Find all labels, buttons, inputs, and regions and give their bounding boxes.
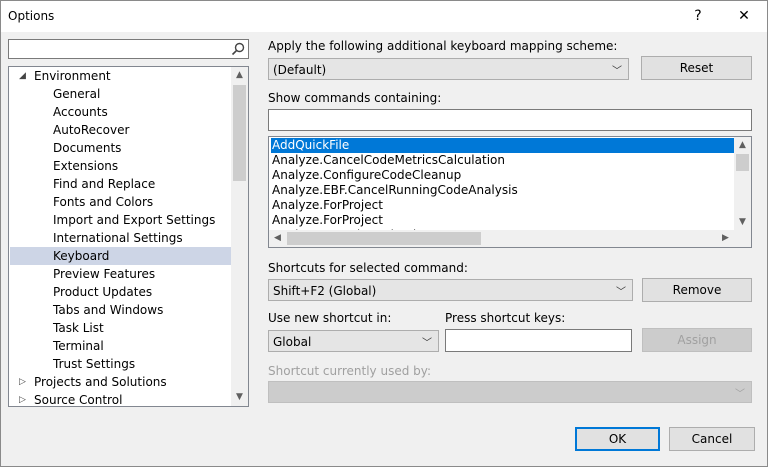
tree-item-label: Documents [53,141,122,155]
tree-item-label: Product Updates [53,285,153,299]
scroll-right-icon[interactable]: ▶ [717,230,734,247]
tree-item[interactable]: Trust Settings [10,355,232,373]
close-button[interactable]: ✕ [732,5,756,27]
reset-button[interactable]: Reset [641,56,752,80]
shortcuts-select[interactable]: Shift+F2 (Global) ﹀ [268,279,633,301]
tree-item-label: Extensions [53,159,119,173]
search-box[interactable] [8,39,249,59]
tree-item[interactable]: Preview Features [10,265,232,283]
tree-item[interactable]: AutoRecover [10,121,232,139]
tree-item-label: Accounts [53,105,108,119]
tree-item-label: Preview Features [53,267,156,281]
tree-item[interactable]: Task List [10,319,232,337]
tree-item[interactable]: International Settings [10,229,232,247]
collapsed-icon[interactable]: ▷ [19,391,31,406]
command-list-item[interactable]: Analyze.ForProject [271,198,734,213]
ok-button[interactable]: OK [575,427,660,451]
cancel-button[interactable]: Cancel [669,427,755,451]
search-icon[interactable] [231,42,245,56]
assign-button[interactable]: Assign [642,328,752,352]
tree-item[interactable]: ▷ Source Control [10,391,232,407]
tree-item[interactable]: Import and Export Settings [10,211,232,229]
tree-item[interactable]: ▷ Projects and Solutions [10,373,232,391]
tree-item-label: AutoRecover [53,123,130,137]
command-list-item[interactable]: Analyze.ForProject [271,213,734,228]
tree-item[interactable]: Tabs and Windows [10,301,232,319]
tree-item[interactable]: ◢ Environment [10,67,232,85]
press-shortcut-keys-label: Press shortcut keys: [445,311,566,325]
search-input[interactable] [11,41,229,57]
show-commands-label: Show commands containing: [268,91,442,105]
options-tree[interactable]: ◢ Environment General Accounts AutoRecover Do… [8,66,249,407]
window-title: Options [8,9,55,23]
tree-item[interactable]: Accounts [10,103,232,121]
title-bar [0,0,768,32]
tree-item-label: Terminal [53,339,104,353]
command-list-item[interactable]: Analyze.ConfigureCodeCleanup [271,168,734,183]
commands-vscroll-thumb[interactable] [736,154,749,171]
mapping-scheme-label: Apply the following additional keyboard … [268,39,618,53]
commands-hscroll-thumb[interactable] [287,232,481,245]
command-list-item[interactable]: Analyze.CancelCodeMetricsCalculation [271,153,734,168]
chevron-down-icon: ﹀ [612,66,622,77]
tree-item[interactable]: Extensions [10,157,232,175]
collapsed-icon[interactable]: ▷ [19,373,31,391]
shortcuts-label: Shortcuts for selected command: [268,261,468,275]
tree-scrollbar[interactable]: ▲ ▼ [231,67,248,406]
scroll-up-icon[interactable]: ▲ [231,67,248,84]
use-new-shortcut-label: Use new shortcut in: [268,311,392,325]
tree-item[interactable]: Fonts and Colors [10,193,232,211]
tree-item-label: Task List [53,321,104,335]
tree-item-label: Import and Export Settings [53,213,216,227]
shortcuts-value: Shift+F2 (Global) [273,284,377,298]
mapping-scheme-select[interactable]: (Default) ﹀ [268,58,629,80]
tree-item-label: Projects and Solutions [34,375,167,389]
tree-item-label: International Settings [53,231,183,245]
tree-item-label: Trust Settings [53,357,136,371]
commands-vscrollbar[interactable]: ▲ ▼ [734,137,751,230]
chevron-down-icon: ﹀ [422,338,432,349]
tree-item[interactable]: General [10,85,232,103]
mapping-scheme-value: (Default) [273,63,327,77]
chevron-down-icon: ﹀ [616,287,626,298]
commands-hscrollbar[interactable]: ◀ ▶ [269,230,751,247]
tree-item-label: Find and Replace [53,177,156,191]
commands-list[interactable]: AddQuickFile Analyze.CancelCodeMetricsCal… [268,136,752,248]
show-commands-input[interactable] [268,109,752,131]
use-new-shortcut-select[interactable]: Global ﹀ [268,330,439,352]
tree-item[interactable]: Terminal [10,337,232,355]
press-shortcut-keys-input[interactable] [445,329,632,352]
tree-item[interactable]: Keyboard [10,247,232,265]
command-list-item[interactable]: Analyze.EBF.CancelRunningCodeAnalysis [271,183,734,198]
expanded-icon[interactable]: ◢ [19,67,31,85]
command-list-item[interactable]: AddQuickFile [271,138,734,153]
help-button[interactable]: ? [686,5,710,27]
chevron-down-icon: ﹀ [735,389,745,400]
tree-scroll-thumb[interactable] [233,85,246,181]
remove-button[interactable]: Remove [642,278,752,302]
tree-item-label: Environment [34,69,111,83]
tree-item-label: General [53,87,101,101]
tree-item[interactable]: Product Updates [10,283,232,301]
tree-item[interactable]: Documents [10,139,232,157]
scroll-left-icon[interactable]: ◀ [269,230,286,247]
currently-used-select[interactable]: ﹀ [268,381,752,403]
scroll-down-icon[interactable]: ▼ [734,214,751,230]
tree-item-label: Source Control [34,393,123,407]
currently-used-label: Shortcut currently used by: [268,364,432,378]
scroll-down-icon[interactable]: ▼ [231,389,248,406]
use-new-shortcut-value: Global [273,335,312,349]
tree-item[interactable]: Find and Replace [10,175,232,193]
tree-item-label: Keyboard [53,249,110,263]
tree-item-label: Tabs and Windows [53,303,164,317]
scroll-up-icon[interactable]: ▲ [734,137,751,153]
tree-item-label: Fonts and Colors [53,195,154,209]
